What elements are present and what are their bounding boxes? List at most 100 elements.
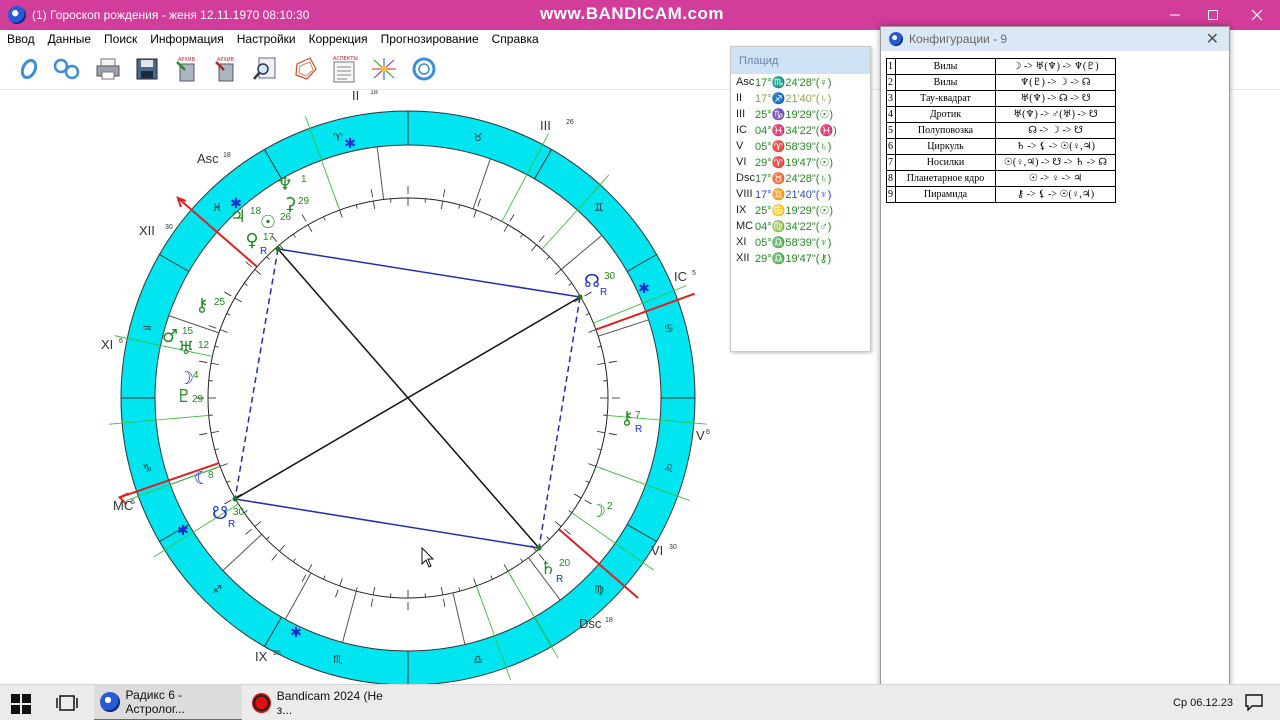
configuration-row[interactable]: 3 Тау-квадрат ♅(♆) -> ☊ -> ☋: [886, 90, 1116, 107]
degree-tick: [301, 574, 307, 582]
planet-glyph[interactable]: ☋: [212, 503, 228, 524]
planet-glyph[interactable]: ♃: [230, 206, 246, 227]
cusp-label: XII: [139, 223, 155, 238]
planet-glyph[interactable]: ☉: [260, 212, 276, 233]
close-config-button[interactable]: ✕: [1206, 29, 1219, 49]
configuration-row[interactable]: 9 Пирамида ⚷ -> ⚸ -> ☉(♀,♃): [886, 186, 1116, 203]
tool-star-graph[interactable]: [369, 54, 399, 84]
planet-degree: 4: [193, 370, 199, 381]
config-name: Носилки: [895, 154, 996, 171]
menu-item[interactable]: Коррекция: [302, 32, 374, 46]
planet-glyph[interactable]: ♀: [245, 230, 258, 251]
planet-degree: 1: [301, 174, 307, 185]
planet-degree: 30: [604, 271, 616, 282]
tool-double-rings[interactable]: [52, 54, 82, 84]
cusp-label: V: [696, 428, 705, 443]
menu-item[interactable]: Справка: [485, 32, 545, 46]
configuration-row[interactable]: 8 Планетарное ядро ☉ -> ♀ -> ♃: [886, 170, 1116, 187]
taskbar-clock[interactable]: Ср 06.12.23: [1173, 697, 1233, 709]
placidus-row: IX 25°♋19'29"(☉): [731, 202, 870, 218]
house-label: XI: [736, 236, 747, 248]
maximize-icon: [1208, 10, 1218, 20]
house-position: 29°♎19'47"(⚷): [755, 252, 832, 265]
configuration-row[interactable]: 4 Дротик ♅(♆) -> ♂(♅) -> ☋: [886, 106, 1116, 123]
tool-print[interactable]: [93, 54, 123, 84]
tool-rings[interactable]: [14, 54, 44, 84]
tool-search[interactable]: [250, 54, 280, 84]
cusp-label: Asc: [197, 151, 219, 166]
planet-glyph[interactable]: ♅: [178, 338, 194, 359]
tool-archive-out[interactable]: АРХИВ: [211, 54, 241, 84]
zodiac-sign-glyph: ♊: [594, 201, 604, 214]
ring-star-icon: ✱: [344, 136, 356, 152]
degree-tick: [226, 480, 231, 483]
placidus-rows: Asc 17°♏24'28"(♀) II 17°♐21'40"(♄) III 25°♑19…: [731, 74, 870, 266]
placidus-title: Плацид: [731, 47, 870, 74]
zodiac-sign-glyph: ♒: [142, 322, 152, 335]
degree-tick: [271, 554, 278, 561]
config-formula: ♅(♆) -> ☊ -> ☋: [995, 90, 1116, 107]
house-cusp-line: [472, 158, 491, 210]
house-cusp-line: [452, 592, 466, 645]
configuration-row[interactable]: 6 Циркуль ♄ -> ⚸ -> ☉(♀,♃): [886, 138, 1116, 155]
degree-tick: [243, 282, 248, 286]
degree-tick: [224, 291, 232, 297]
config-name: Вилы: [895, 74, 996, 91]
planet-degree: 2: [607, 501, 613, 512]
menu-item[interactable]: Данные: [41, 32, 97, 46]
tool-refresh[interactable]: [409, 54, 439, 84]
planet-glyph[interactable]: ♂: [162, 326, 178, 347]
configuration-row[interactable]: 5 Полуповозка ☊ -> ☽ -> ☋: [886, 122, 1116, 139]
menu-item[interactable]: Ввод: [0, 32, 41, 46]
menu-item[interactable]: Информация: [143, 32, 229, 46]
planet-glyph[interactable]: ♇: [176, 386, 192, 407]
retrograde-mark: R: [556, 574, 563, 585]
degree-tick: [585, 313, 590, 316]
planet-glyph[interactable]: ♆: [277, 174, 293, 195]
menu-item[interactable]: Поиск: [97, 32, 143, 46]
planet-glyph[interactable]: ☊: [584, 271, 600, 292]
degree-tick: [245, 528, 252, 535]
placidus-row: IC 04°♓34'22"(♓): [731, 122, 870, 138]
tool-archive-in[interactable]: АРХИВ: [172, 54, 202, 84]
zodiac-sign-glyph: ♍: [594, 583, 604, 596]
config-formula: ♅(♆) -> ♂(♅) -> ☋: [995, 106, 1116, 123]
planet-glyph[interactable]: ⚷: [195, 295, 208, 316]
degree-tick: [538, 235, 545, 242]
degree-tick: [323, 575, 326, 580]
tool-aspects[interactable]: АСПЕКТЫ: [329, 54, 359, 84]
cusp-degree: 30: [669, 544, 677, 551]
config-number: 4: [886, 106, 896, 123]
task-view-icon[interactable]: [56, 694, 78, 712]
cusp-degree: 6: [706, 429, 710, 436]
degree-tick: [339, 578, 343, 587]
windows-start-icon[interactable]: [10, 693, 32, 715]
planet-glyph[interactable]: ♄: [540, 558, 556, 579]
config-name: Тау-квадрат: [895, 90, 996, 107]
retrograde-mark: R: [600, 287, 607, 298]
planet-glyph[interactable]: ⚷: [620, 408, 633, 429]
degree-tick: [292, 233, 296, 238]
degree-tick: [440, 200, 444, 209]
configuration-row[interactable]: 1 Вилы ☽ -> ♅(♆) -> ♆(♇): [886, 58, 1116, 75]
taskbar-item-radix[interactable]: Радикс 6 - Астролог...: [94, 685, 242, 720]
config-number: 1: [886, 58, 896, 75]
house-label: IC: [736, 124, 747, 136]
configurations-title: Конфигурации - 9: [909, 32, 1008, 46]
tool-polygon[interactable]: [291, 54, 321, 84]
planet-glyph[interactable]: ☽: [590, 501, 606, 522]
close-window-button[interactable]: [1234, 0, 1280, 30]
configuration-row[interactable]: 7 Носилки ☉(♀,♃) -> ☋ -> ♄ -> ☊: [886, 154, 1116, 171]
degree-tick: [520, 233, 524, 238]
menu-item[interactable]: Настройки: [230, 32, 302, 46]
config-number: 8: [886, 170, 896, 187]
house-label: VI: [736, 156, 747, 168]
menu-item[interactable]: Прогнозирование: [374, 32, 485, 46]
configuration-row[interactable]: 2 Вилы ♆(♇) -> ☽ -> ☊: [886, 74, 1116, 91]
house-label: MC: [736, 220, 754, 232]
taskbar-item-bandicam[interactable]: Bandicam 2024 (Не з...: [246, 685, 394, 720]
bandicam-watermark: www.BANDICAM.com: [540, 4, 724, 23]
degree-tick: [585, 480, 590, 483]
tool-save[interactable]: [132, 54, 162, 84]
notification-icon[interactable]: [1244, 693, 1264, 711]
